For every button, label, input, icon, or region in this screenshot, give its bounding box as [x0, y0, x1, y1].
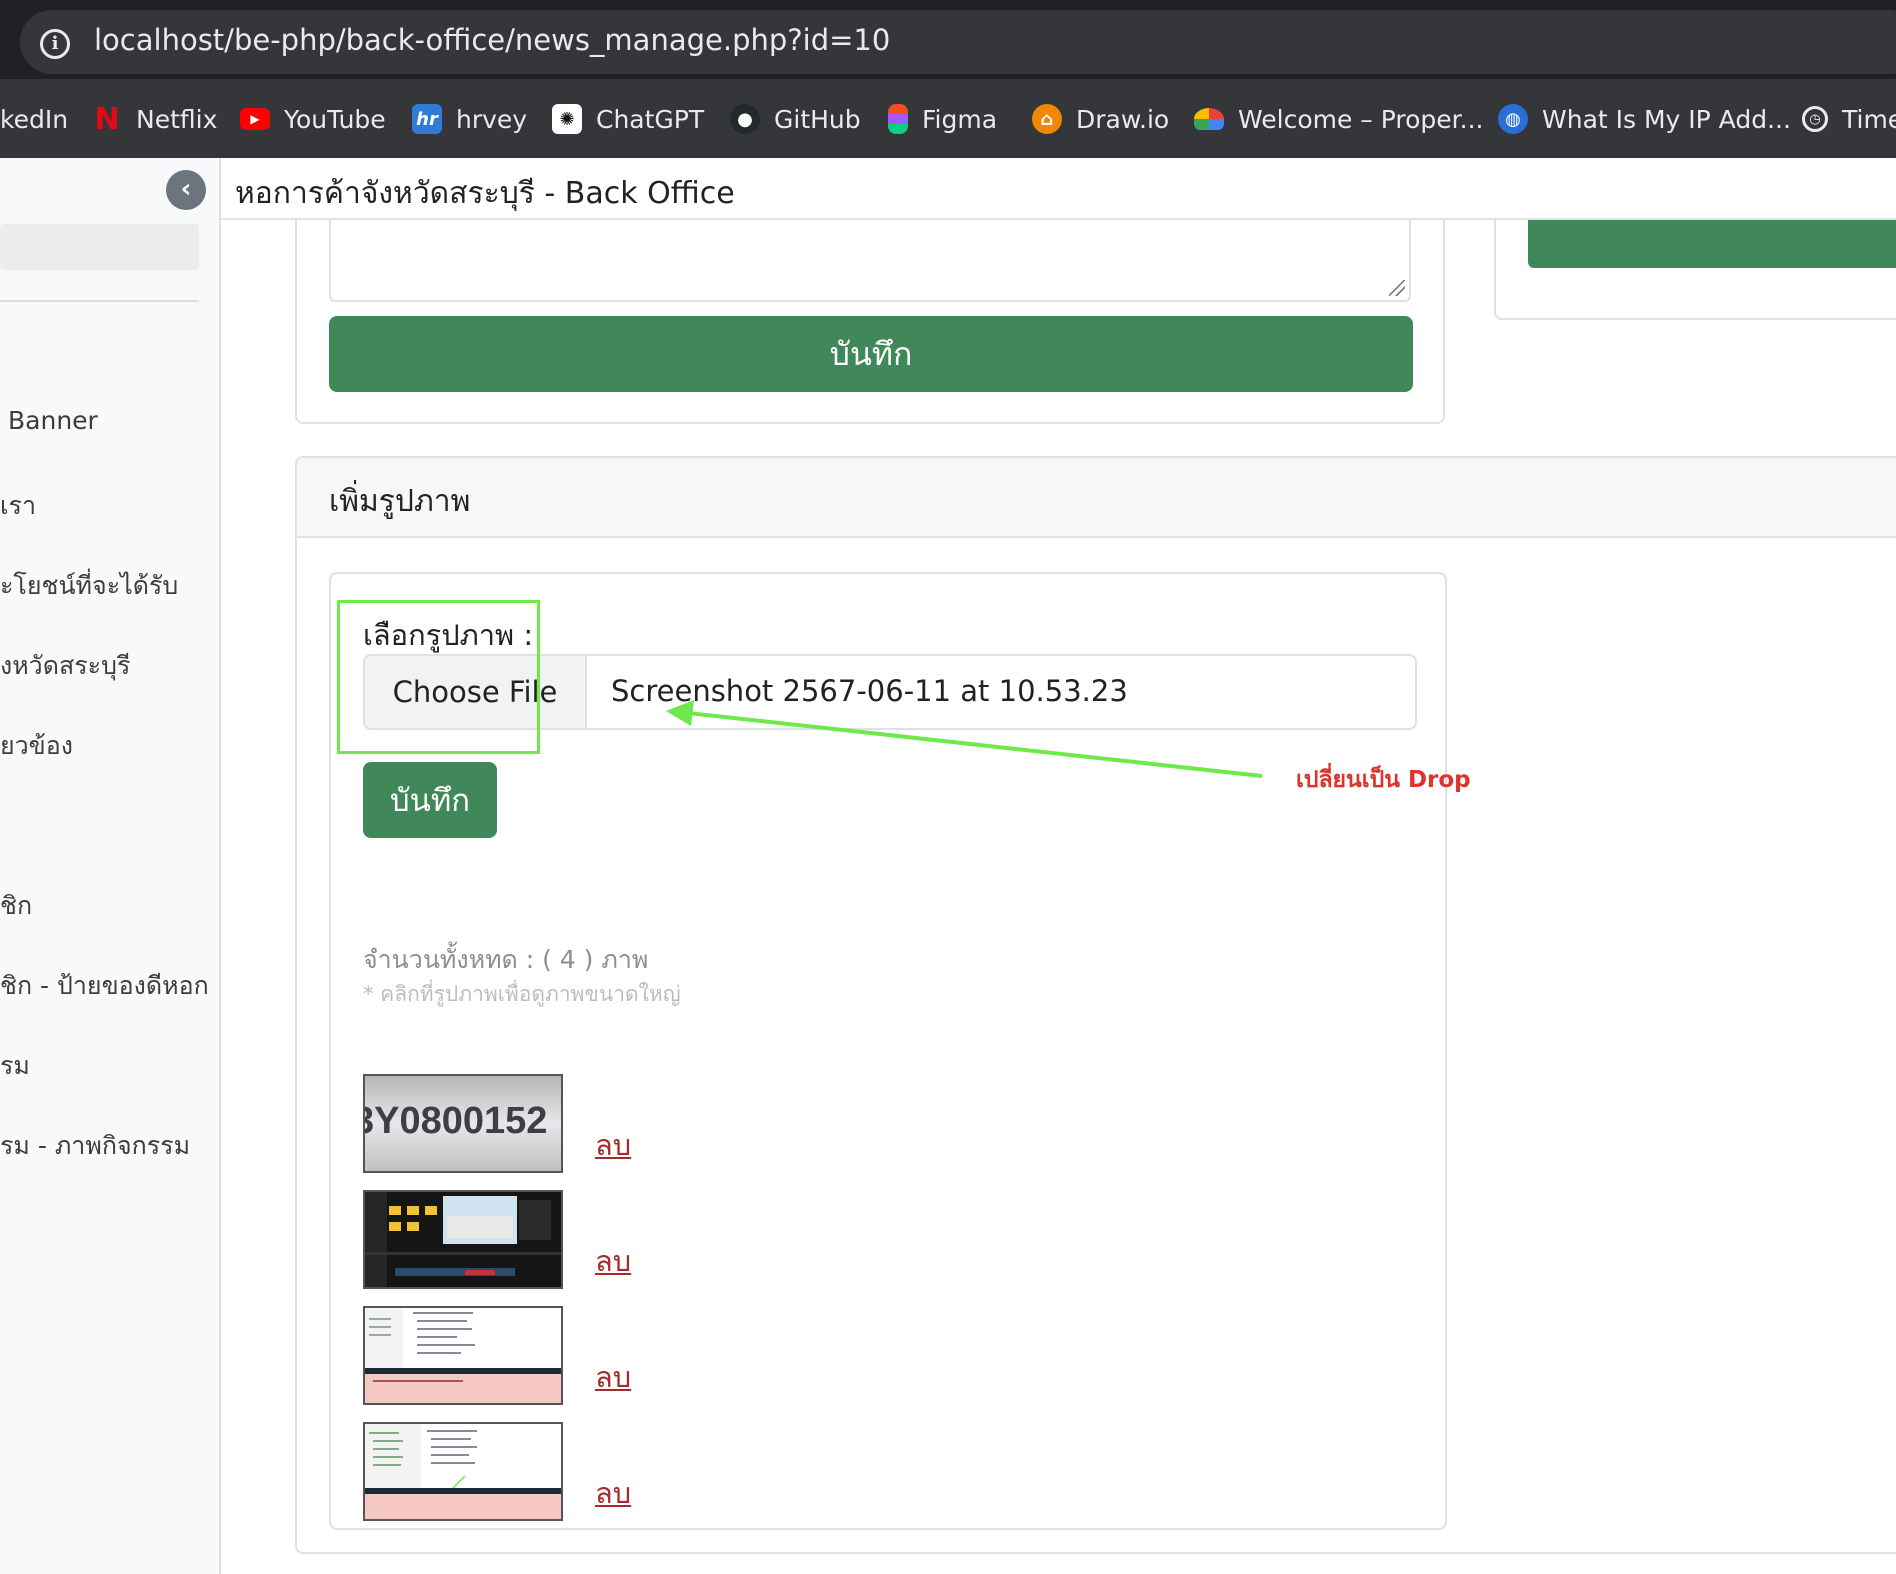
browser-address-bar: i localhost/be-php/back-office/news_mana…	[0, 0, 1896, 79]
image-hint: * คลิกที่รูปภาพเพื่อดูภาพขนาดใหญ่	[363, 982, 681, 1006]
bookmark-drawio[interactable]: ⌂ Draw.io	[1032, 99, 1169, 139]
bookmark-label: hrvey	[456, 104, 528, 134]
drawio-icon: ⌂	[1032, 104, 1062, 134]
bookmark-label: GitHub	[774, 104, 861, 134]
url-text[interactable]: localhost/be-php/back-office/news_manage…	[94, 23, 890, 57]
bookmark-label: kedIn	[0, 104, 69, 134]
netflix-icon: N	[94, 101, 120, 137]
card-header: เพิ่มรูปภาพ	[297, 458, 1896, 538]
image-thumbnail[interactable]: 3Y0800152	[363, 1074, 563, 1173]
image-thumbnail[interactable]	[363, 1422, 563, 1521]
sidebar-item-activity-images[interactable]: รม - ภาพกิจกรรม	[0, 1126, 190, 1166]
description-textarea[interactable]	[329, 220, 1411, 302]
annotation-note: เปลี่ยนเป็น Drop	[1296, 767, 1471, 793]
delete-image-link[interactable]: ลบ	[595, 1238, 631, 1284]
bookmark-linkedin[interactable]: kedIn	[0, 99, 68, 139]
youtube-icon: ▶	[240, 108, 270, 130]
image-thumbnail[interactable]	[363, 1306, 563, 1405]
chevron-left-icon: ‹	[180, 174, 192, 204]
delete-image-link[interactable]: ลบ	[595, 1470, 631, 1516]
image-count: จำนวนทั้งหทด : ( 4 ) ภาพ	[363, 945, 649, 974]
thumbnail-text: 3Y0800152	[363, 1100, 548, 1142]
sidebar-item-members[interactable]: ชิก	[0, 886, 32, 926]
bookmark-netflix[interactable]: N Netflix	[92, 99, 217, 139]
page-title: หอการค้าจังหวัดสระบุรี - Back Office	[235, 176, 735, 211]
bookmark-hrvey[interactable]: hr hrvey	[412, 99, 527, 139]
resize-handle-icon[interactable]	[1389, 280, 1405, 296]
thumbnail-image	[365, 1308, 561, 1403]
bookmark-chatgpt[interactable]: ✺ ChatGPT	[552, 99, 704, 139]
bookmark-github[interactable]: ● GitHub	[730, 99, 861, 139]
selected-file-name: Screenshot 2567-06-11 at 10.53.23	[611, 674, 1128, 708]
google-cloud-icon	[1194, 108, 1224, 130]
site-info-icon[interactable]: i	[40, 29, 70, 59]
clock-icon: ◷	[1802, 106, 1828, 132]
delete-image-link[interactable]: ลบ	[595, 1354, 631, 1400]
sidebar-item-banner[interactable]: Banner	[8, 406, 98, 435]
sidebar-collapse-button[interactable]: ‹	[166, 170, 206, 210]
bookmark-welcome[interactable]: Welcome – Proper...	[1194, 99, 1483, 139]
bookmark-whatismyip[interactable]: ◍ What Is My IP Add...	[1498, 99, 1791, 139]
card-title: เพิ่มรูปภาพ	[329, 484, 471, 519]
bookmark-figma[interactable]: Figma	[888, 99, 997, 139]
bookmark-time[interactable]: ◷ Time	[1802, 99, 1896, 139]
figma-icon	[888, 104, 908, 134]
sidebar-item-member-signs[interactable]: ชิก - ป้ายของดีหอก	[0, 966, 209, 1006]
page-header: หอการค้าจังหวัดสระบุรี - Back Office	[221, 158, 1896, 220]
bookmark-label: YouTube	[284, 104, 386, 134]
sidebar-item-activities[interactable]: รม	[0, 1046, 30, 1086]
side-card	[1494, 220, 1896, 320]
sidebar-item-benefits[interactable]: ะโยชน์ที่จะได้รับ	[0, 566, 178, 606]
sidebar-active-item[interactable]	[0, 224, 199, 270]
delete-image-link[interactable]: ลบ	[595, 1122, 631, 1168]
bookmark-label: Time	[1842, 104, 1896, 134]
sidebar-item-about[interactable]: เรา	[0, 486, 36, 526]
bookmark-label: What Is My IP Add...	[1542, 104, 1791, 134]
thumbnail-image	[365, 1424, 561, 1519]
sidebar: Banner เรา ะโยชน์ที่จะได้รับ งหวัดสระบุร…	[0, 158, 221, 1574]
bookmark-youtube[interactable]: ▶ YouTube	[240, 99, 386, 139]
github-icon: ●	[730, 104, 760, 134]
side-card-button[interactable]	[1528, 220, 1896, 268]
main-content: บันทึก เพิ่มรูปภาพ เลือกรูปภาพ : Choose …	[221, 220, 1896, 1574]
annotation-highlight-box	[337, 600, 540, 754]
news-form-card: บันทึก	[295, 220, 1445, 424]
bookmark-label: Draw.io	[1076, 104, 1170, 134]
sidebar-item-related[interactable]: ยวข้อง	[0, 726, 73, 766]
bookmark-label: Figma	[922, 104, 998, 134]
bookmarks-bar: kedIn N Netflix ▶ YouTube hr hrvey ✺ Cha…	[0, 79, 1896, 158]
thumbnail-image	[365, 1192, 561, 1287]
bookmark-label: Netflix	[136, 104, 218, 134]
image-thumbnail[interactable]	[363, 1190, 563, 1289]
sidebar-divider	[0, 300, 199, 302]
chatgpt-icon: ✺	[552, 104, 582, 134]
bookmark-label: Welcome – Proper...	[1238, 104, 1484, 134]
save-news-button[interactable]: บันทึก	[329, 316, 1413, 392]
bookmark-label: ChatGPT	[596, 104, 705, 134]
upload-save-button[interactable]: บันทึก	[363, 762, 497, 838]
globe-icon: ◍	[1498, 104, 1528, 134]
hrvey-icon: hr	[412, 104, 442, 134]
sidebar-item-province[interactable]: งหวัดสระบุรี	[0, 646, 130, 686]
